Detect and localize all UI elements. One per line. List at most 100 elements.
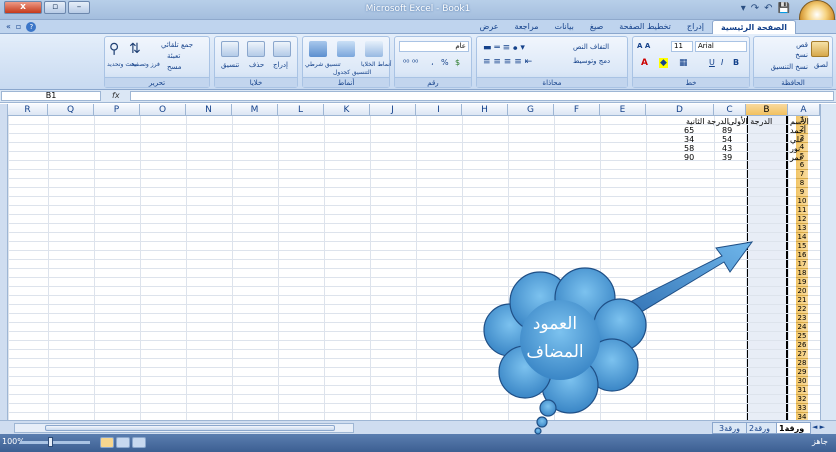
row-header[interactable]: 13: [796, 224, 808, 233]
cell-c2[interactable]: 89: [722, 126, 732, 135]
paste-button[interactable]: لصق: [814, 61, 828, 69]
percent-button[interactable]: %: [441, 58, 449, 67]
conditional-format-icon[interactable]: [309, 41, 327, 57]
column-header[interactable]: C: [714, 104, 746, 116]
row-header[interactable]: 16: [796, 251, 808, 260]
row-header[interactable]: 6: [796, 161, 808, 170]
number-format-combo[interactable]: عام: [399, 41, 469, 52]
row-header[interactable]: 7: [796, 170, 808, 179]
column-header[interactable]: G: [508, 104, 554, 116]
row-header[interactable]: 15: [796, 242, 808, 251]
format-table-icon[interactable]: [337, 41, 355, 57]
column-header[interactable]: E: [600, 104, 646, 116]
column-header[interactable]: B: [746, 104, 788, 116]
cell-d1[interactable]: الدرجة الأولى: [728, 117, 772, 126]
row-header[interactable]: 30: [796, 377, 808, 386]
zoom-slider[interactable]: [20, 441, 90, 444]
cell-d4[interactable]: 58: [684, 144, 694, 153]
ribbon-tab[interactable]: مراجعة: [507, 20, 547, 34]
decimal-icons[interactable]: ⁰⁰ ⁰⁰: [403, 58, 418, 67]
normal-view-button[interactable]: [100, 437, 114, 448]
column-header[interactable]: L: [278, 104, 324, 116]
fill-color-icon[interactable]: ◆: [659, 58, 668, 68]
align-horizontal-icons[interactable]: ≡ ≡ ≡ ≡ ⇤: [483, 57, 532, 67]
row-header[interactable]: 21: [796, 296, 808, 305]
cell-a4[interactable]: نور: [790, 144, 800, 153]
row-header[interactable]: 28: [796, 359, 808, 368]
format-button[interactable]: تنسيق: [221, 61, 239, 69]
row-header[interactable]: 29: [796, 368, 808, 377]
column-header[interactable]: J: [370, 104, 416, 116]
column-header[interactable]: M: [232, 104, 278, 116]
ribbon-tab[interactable]: بيانات: [547, 20, 582, 34]
column-header[interactable]: Q: [48, 104, 94, 116]
sheet-tab[interactable]: ورقة3: [712, 422, 747, 434]
row-header[interactable]: 12: [796, 215, 808, 224]
merge-center-button[interactable]: دمج وتوسيط: [573, 57, 610, 65]
delete-cells-icon[interactable]: [247, 41, 265, 57]
cell-styles-button[interactable]: أنماط الخلايا: [361, 61, 392, 68]
format-painter-button[interactable]: نسخ التنسيق: [771, 63, 808, 71]
column-header[interactable]: O: [140, 104, 186, 116]
cell-c4[interactable]: 43: [722, 144, 732, 153]
column-header[interactable]: A: [788, 104, 820, 116]
sort-filter-button[interactable]: فرز وتصفية: [131, 61, 160, 68]
undo-icon[interactable]: ↶: [764, 3, 772, 14]
cell-a5[interactable]: عمر: [790, 153, 804, 162]
help-icon[interactable]: ?: [26, 22, 37, 32]
format-cells-icon[interactable]: [221, 41, 239, 57]
wrap-text-button[interactable]: التفاف النص: [573, 43, 609, 51]
formula-input[interactable]: [130, 91, 834, 101]
find-icon[interactable]: ⚲: [109, 41, 119, 57]
vertical-scrollbar[interactable]: [0, 104, 8, 420]
bold-button[interactable]: B: [733, 58, 739, 67]
column-header[interactable]: P: [94, 104, 140, 116]
zoom-slider-knob[interactable]: [48, 437, 53, 447]
row-header[interactable]: 10: [796, 197, 808, 206]
ribbon-tab[interactable]: إدراج: [679, 20, 712, 34]
column-header[interactable]: H: [462, 104, 508, 116]
row-header[interactable]: 24: [796, 323, 808, 332]
column-header[interactable]: D: [646, 104, 714, 116]
comma-button[interactable]: ،: [431, 58, 434, 67]
cell-d3[interactable]: 34: [684, 135, 694, 144]
save-icon[interactable]: 💾: [778, 3, 790, 14]
sort-icon[interactable]: ⇅: [129, 41, 141, 57]
row-header[interactable]: 8: [796, 179, 808, 188]
borders-icon[interactable]: ▦: [679, 58, 688, 68]
cell-a1[interactable]: الأسم: [790, 117, 809, 126]
sheet-nav-arrows[interactable]: ◄ ►: [812, 423, 825, 431]
column-header[interactable]: N: [186, 104, 232, 116]
row-header[interactable]: 9: [796, 188, 808, 197]
ribbon-tab[interactable]: عرض: [472, 20, 507, 34]
paste-icon[interactable]: [811, 41, 829, 57]
copy-button[interactable]: نسخ: [795, 51, 808, 59]
cell-c3[interactable]: 54: [722, 135, 732, 144]
horizontal-scroll-thumb[interactable]: [45, 425, 335, 431]
underline-button[interactable]: U: [709, 58, 715, 67]
delete-button[interactable]: حذف: [249, 61, 264, 69]
row-header[interactable]: 20: [796, 287, 808, 296]
column-header[interactable]: F: [554, 104, 600, 116]
ribbon-tab[interactable]: الصفحة الرئيسية: [711, 20, 796, 34]
cell-a3[interactable]: علي: [790, 135, 804, 144]
row-header[interactable]: 23: [796, 314, 808, 323]
cell-a2[interactable]: أحمد: [790, 126, 806, 135]
currency-button[interactable]: $: [455, 58, 460, 67]
row-header[interactable]: 17: [796, 260, 808, 269]
qat-dropdown-icon[interactable]: ▾: [741, 3, 746, 14]
fill-button[interactable]: تعبئة: [167, 52, 180, 60]
row-header[interactable]: 27: [796, 350, 808, 359]
row-header[interactable]: 22: [796, 305, 808, 314]
horizontal-scrollbar[interactable]: [14, 423, 354, 433]
insert-cells-icon[interactable]: [273, 41, 291, 57]
sheet-tab[interactable]: ورقة1: [772, 422, 812, 434]
row-header[interactable]: 18: [796, 269, 808, 278]
row-header[interactable]: 25: [796, 332, 808, 341]
column-header[interactable]: K: [324, 104, 370, 116]
ribbon-restore-icon[interactable]: ▫: [16, 22, 21, 32]
insert-button[interactable]: إدراج: [273, 61, 288, 69]
ribbon-minimize-icon[interactable]: «: [6, 22, 11, 32]
font-size-combo[interactable]: 11: [671, 41, 693, 52]
cell-d2[interactable]: 65: [684, 126, 694, 135]
